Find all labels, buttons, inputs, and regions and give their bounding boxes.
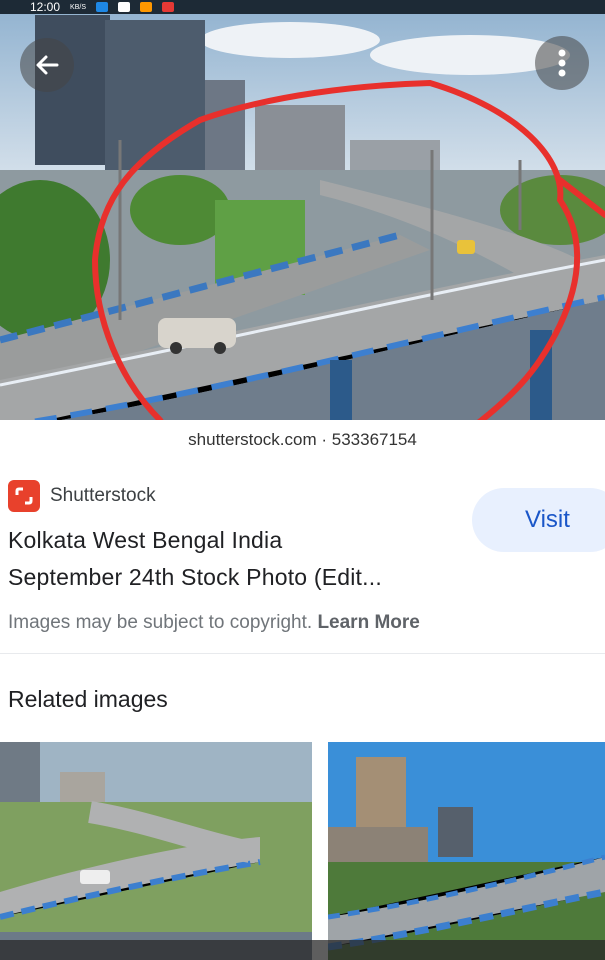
divider — [0, 653, 605, 654]
flyover-photo — [0, 0, 605, 460]
result-title[interactable]: Kolkata West Bengal India — [8, 527, 282, 554]
arrow-left-icon — [36, 55, 59, 75]
status-speed: KB/S — [70, 3, 86, 11]
related-image-thumbnail[interactable] — [328, 742, 605, 960]
more-vert-icon — [558, 49, 566, 77]
visit-button[interactable]: Visit — [472, 488, 605, 552]
bottom-overlay — [0, 940, 605, 960]
related-image-thumbnail[interactable] — [0, 742, 312, 960]
hero-image[interactable]: 12:00 KB/S shutterstock.com · 533367154 — [0, 0, 605, 460]
result-title[interactable]: September 24th Stock Photo (Edit... — [8, 564, 382, 591]
notification-icon — [139, 2, 152, 12]
shutterstock-logo-icon — [8, 480, 40, 512]
status-bar: 12:00 KB/S — [0, 0, 605, 14]
notification-icon — [161, 2, 174, 12]
back-button[interactable] — [20, 38, 74, 92]
notification-icon — [117, 2, 130, 12]
notification-icon — [95, 2, 108, 12]
related-images-heading: Related images — [8, 686, 168, 712]
learn-more-link[interactable]: Learn More — [317, 612, 419, 633]
status-time: 12:00 — [30, 0, 61, 14]
image-watermark: shutterstock.com · 533367154 — [0, 420, 605, 460]
copyright-text: Images may be subject to copyright. — [8, 612, 313, 633]
source-row[interactable]: Shutterstock — [8, 480, 156, 512]
copyright-notice: Images may be subject to copyright. Lear… — [8, 612, 420, 634]
more-options-button[interactable] — [535, 36, 589, 90]
source-name: Shutterstock — [50, 485, 156, 506]
